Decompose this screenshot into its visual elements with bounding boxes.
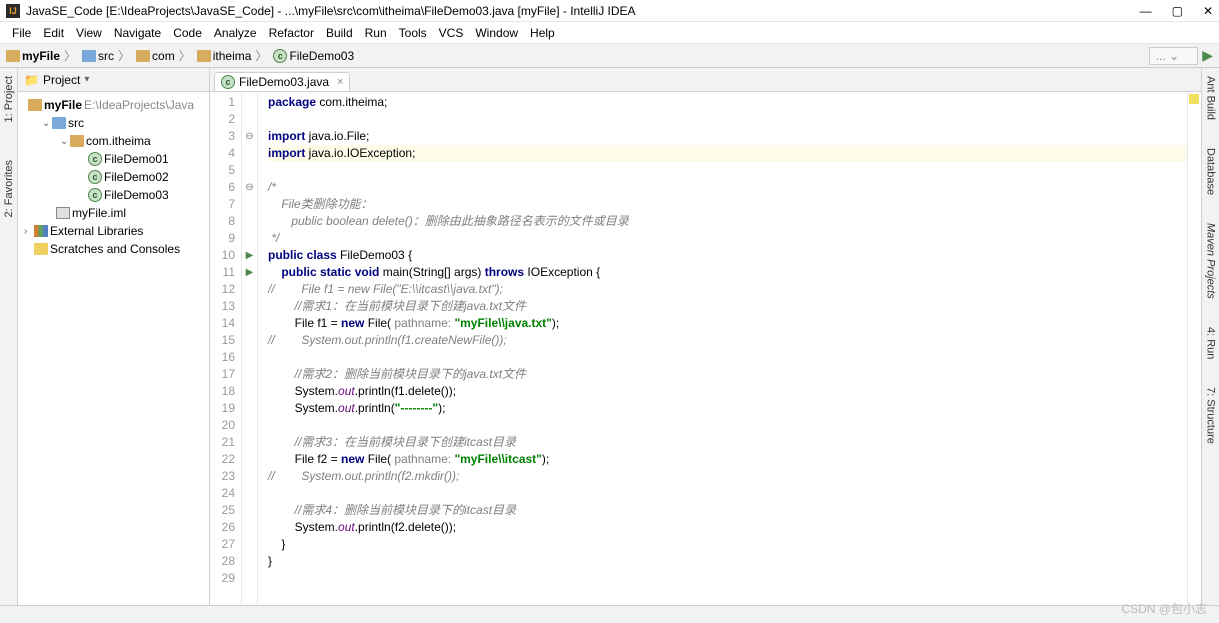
folder-icon	[52, 117, 66, 129]
maximize-icon[interactable]: ▢	[1172, 4, 1183, 18]
marker-gutter: ⊖⊖▶▶	[242, 92, 258, 605]
menu-file[interactable]: File	[8, 24, 35, 42]
folder-icon	[6, 50, 20, 62]
line-number-gutter: 1234567891011121314151617181920212223242…	[210, 92, 242, 605]
editor-tabs: c FileDemo03.java ×	[210, 68, 1201, 92]
tree-src[interactable]: ⌄ src	[18, 114, 209, 132]
close-tab-icon[interactable]: ×	[337, 76, 343, 88]
menu-analyze[interactable]: Analyze	[210, 24, 261, 42]
run-button[interactable]: ▶	[1202, 47, 1213, 64]
breadcrumb[interactable]: itheima〉	[197, 47, 270, 64]
library-icon	[34, 225, 48, 237]
iml-icon	[56, 207, 70, 219]
menu-view[interactable]: View	[72, 24, 106, 42]
file-tab[interactable]: c FileDemo03.java ×	[214, 72, 350, 91]
right-tab-database[interactable]: Database	[1204, 144, 1218, 199]
right-tab-ant[interactable]: Ant Build	[1204, 72, 1218, 124]
right-tab-run[interactable]: 4: Run	[1204, 323, 1218, 363]
folder-icon	[197, 50, 211, 62]
folder-icon	[70, 135, 84, 147]
sidebar-header: 📁 Project ▾	[18, 68, 209, 92]
project-sidebar: 📁 Project ▾ myFileE:\IdeaProjects\Java ⌄…	[18, 68, 210, 605]
run-config-select[interactable]: ... ⌄	[1149, 47, 1198, 65]
menu-edit[interactable]: Edit	[39, 24, 68, 42]
status-bar	[0, 605, 1219, 623]
menu-refactor[interactable]: Refactor	[265, 24, 318, 42]
breadcrumb[interactable]: myFile〉	[6, 47, 78, 64]
menu-vcs[interactable]: VCS	[435, 24, 468, 42]
class-icon: c	[221, 75, 235, 89]
tree-root[interactable]: myFileE:\IdeaProjects\Java	[18, 96, 209, 114]
close-icon[interactable]: ✕	[1203, 4, 1213, 18]
class-icon: c	[88, 170, 102, 184]
folder-icon	[28, 99, 42, 111]
menu-help[interactable]: Help	[526, 24, 559, 42]
left-tool-stripe: 1: Project 2: Favorites	[0, 68, 18, 605]
class-icon: c	[88, 152, 102, 166]
app-icon: IJ	[6, 4, 20, 18]
tree-ext-libs[interactable]: › External Libraries	[18, 222, 209, 240]
breadcrumb[interactable]: c FileDemo03	[273, 49, 354, 63]
menu-navigate[interactable]: Navigate	[110, 24, 165, 42]
menubar: File Edit View Navigate Code Analyze Ref…	[0, 22, 1219, 44]
tree-iml[interactable]: myFile.iml	[18, 204, 209, 222]
left-tab-favorites[interactable]: 2: Favorites	[2, 156, 16, 221]
minimize-icon[interactable]: —	[1140, 4, 1152, 18]
tree-file[interactable]: c FileDemo01	[18, 150, 209, 168]
editor: c FileDemo03.java × 12345678910111213141…	[210, 68, 1201, 605]
window-title: JavaSE_Code [E:\IdeaProjects\JavaSE_Code…	[26, 4, 1140, 18]
menu-window[interactable]: Window	[471, 24, 522, 42]
menu-run[interactable]: Run	[361, 24, 391, 42]
folder-icon	[82, 50, 96, 62]
project-tree[interactable]: myFileE:\IdeaProjects\Java ⌄ src ⌄ com.i…	[18, 92, 209, 605]
window-buttons: — ▢ ✕	[1140, 4, 1213, 18]
tree-file[interactable]: c FileDemo02	[18, 168, 209, 186]
folder-icon	[136, 50, 150, 62]
titlebar: IJ JavaSE_Code [E:\IdeaProjects\JavaSE_C…	[0, 0, 1219, 22]
right-tool-stripe: Ant Build Database Maven Projects 4: Run…	[1201, 68, 1219, 605]
scratch-icon	[34, 243, 48, 255]
tab-label: FileDemo03.java	[239, 75, 329, 89]
tree-pkg[interactable]: ⌄ com.itheima	[18, 132, 209, 150]
breadcrumb[interactable]: src〉	[82, 47, 132, 64]
tree-scratches[interactable]: Scratches and Consoles	[18, 240, 209, 258]
code-content[interactable]: package com.itheima;import java.io.File;…	[258, 92, 1187, 605]
menu-tools[interactable]: Tools	[395, 24, 431, 42]
menu-build[interactable]: Build	[322, 24, 357, 42]
breadcrumb[interactable]: com〉	[136, 47, 193, 64]
right-tab-maven[interactable]: Maven Projects	[1204, 219, 1218, 303]
class-icon: c	[273, 49, 287, 63]
class-icon: c	[88, 188, 102, 202]
code-area[interactable]: 1234567891011121314151617181920212223242…	[210, 92, 1201, 605]
warning-marker	[1189, 94, 1199, 104]
menu-code[interactable]: Code	[169, 24, 206, 42]
right-tab-structure[interactable]: 7: Structure	[1204, 383, 1218, 448]
navbar: myFile〉 src〉 com〉 itheima〉 c FileDemo03 …	[0, 44, 1219, 68]
editor-marker-bar[interactable]	[1187, 92, 1201, 605]
sidebar-title[interactable]: Project	[43, 73, 80, 87]
left-tab-project[interactable]: 1: Project	[2, 72, 16, 126]
tree-file[interactable]: c FileDemo03	[18, 186, 209, 204]
